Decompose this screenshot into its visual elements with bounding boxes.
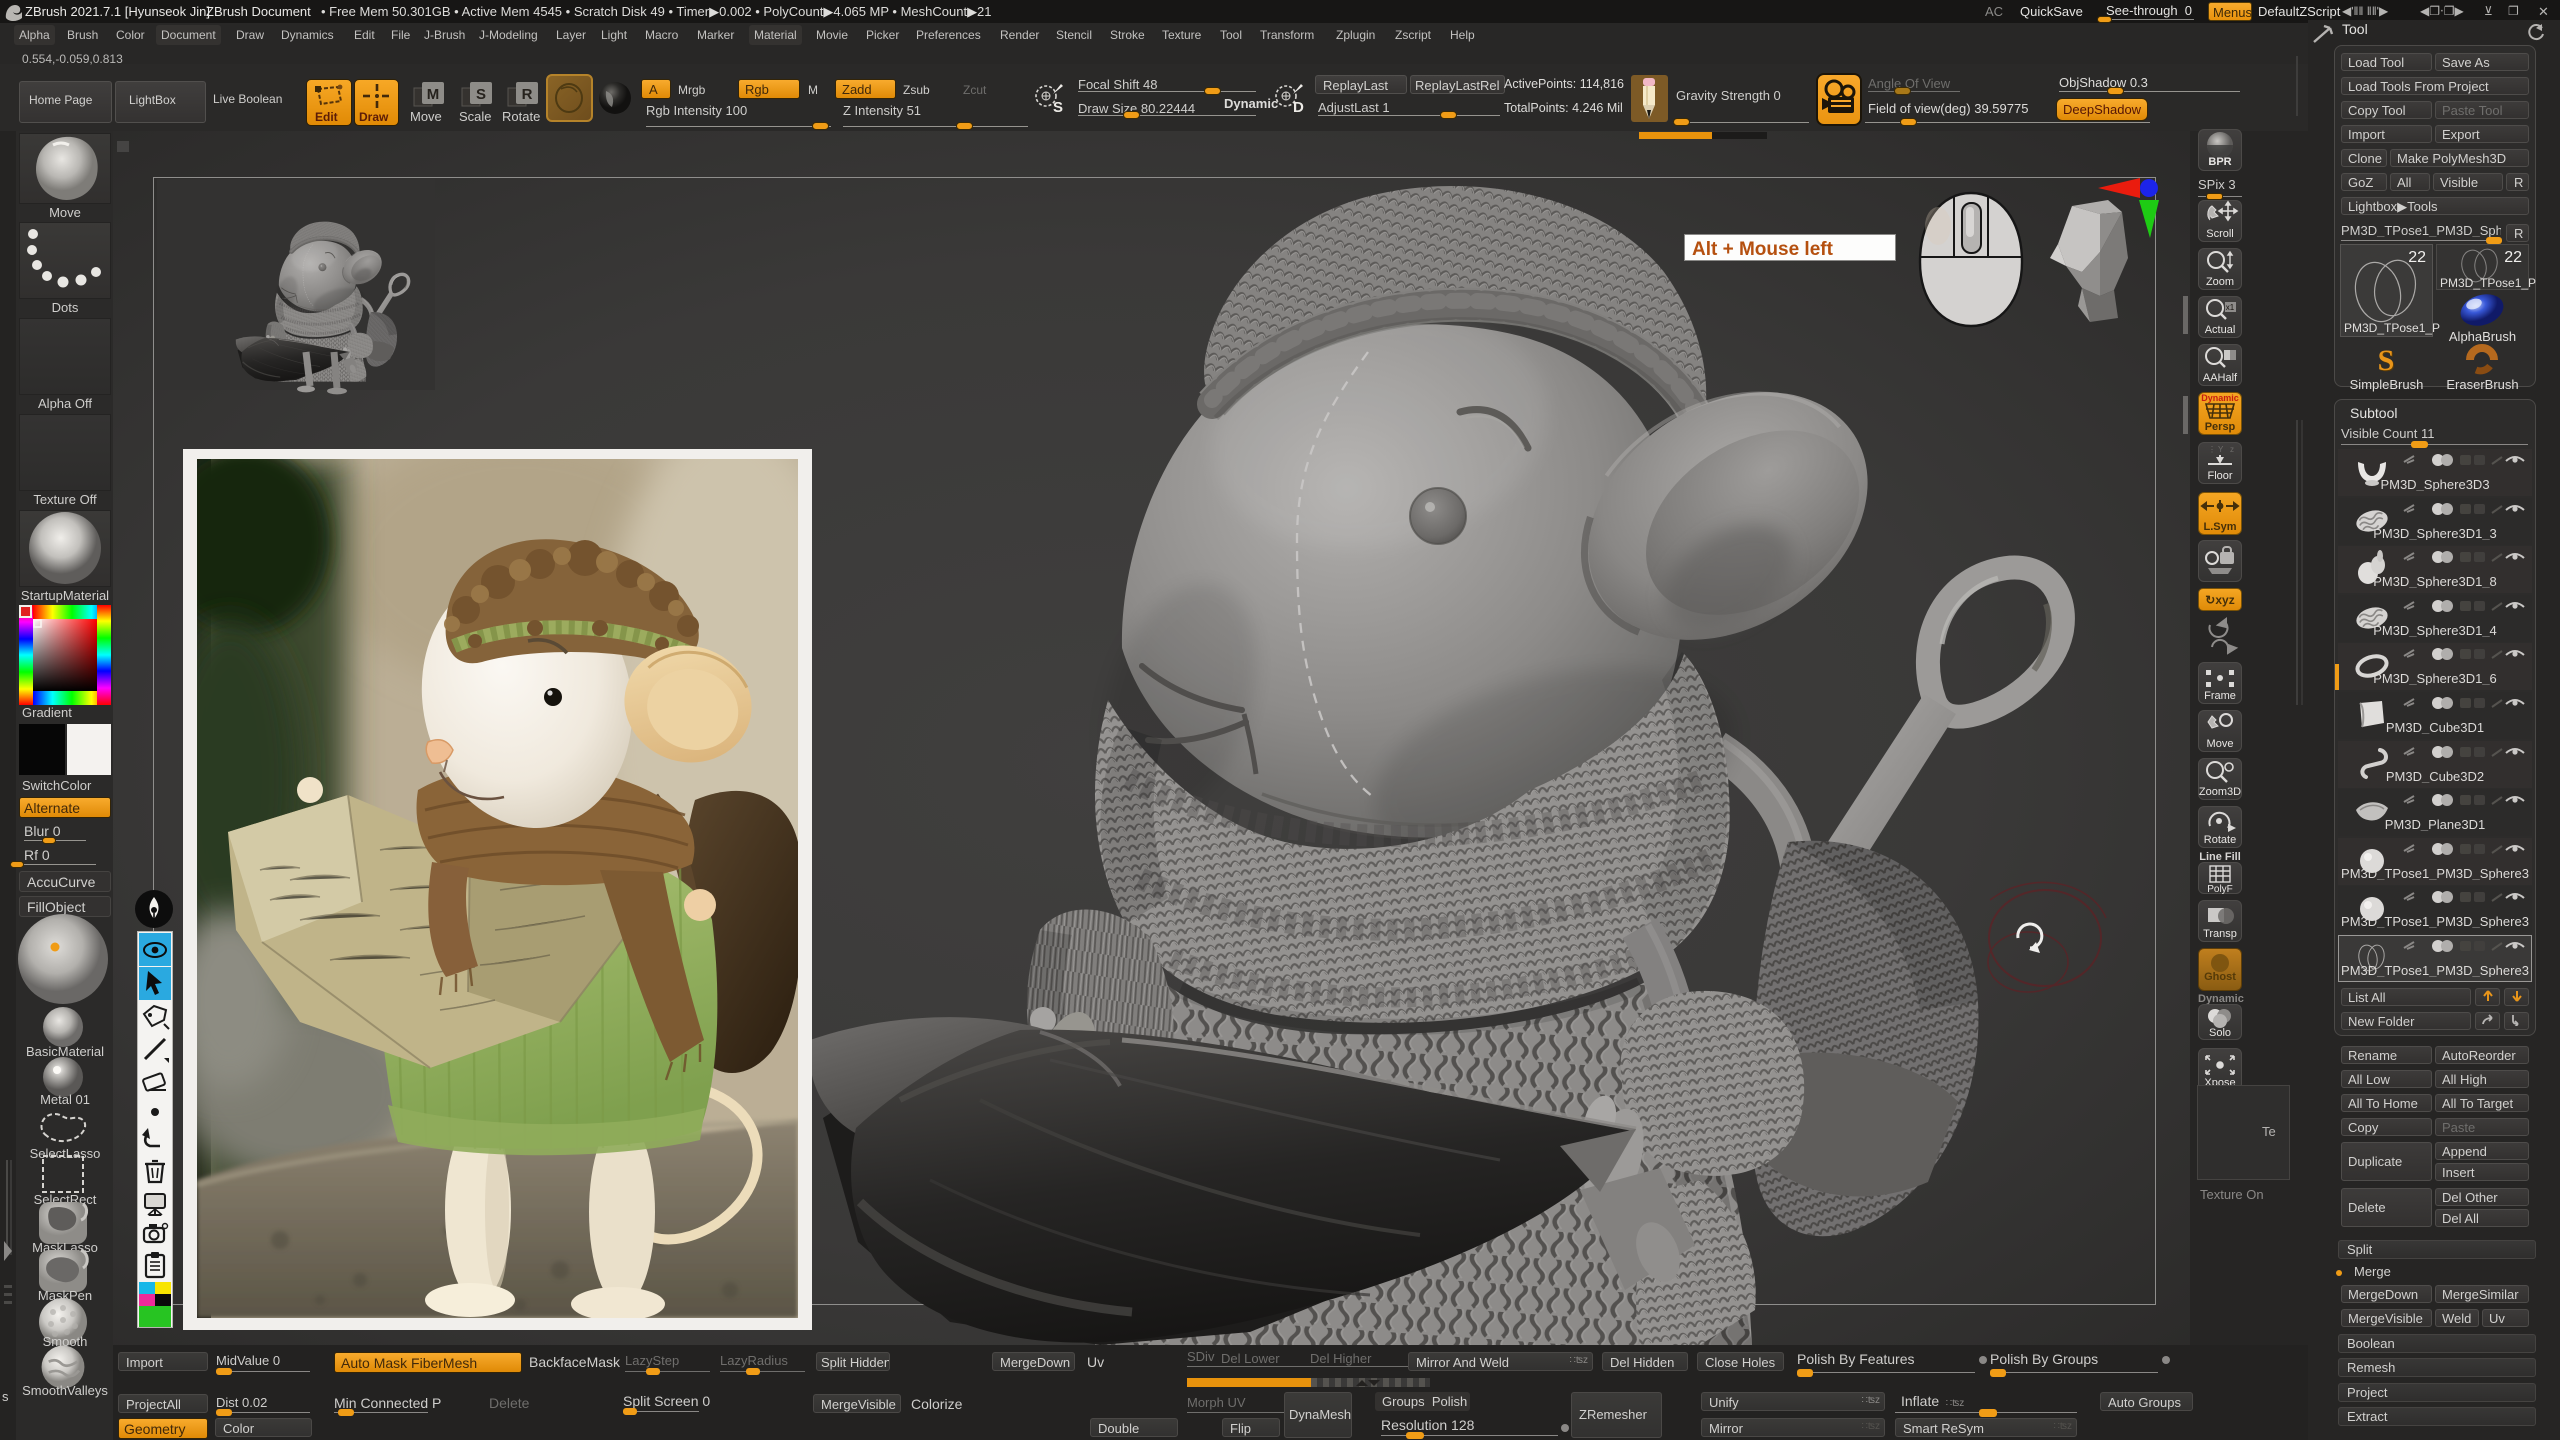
svg-text:AAHalf: AAHalf [2203,372,2238,384]
svg-text:22: 22 [2408,249,2426,266]
svg-text:Solo: Solo [2209,1027,2231,1039]
svg-text:Y: Y [2218,445,2224,454]
svg-text:Ghost: Ghost [2204,971,2236,983]
svg-text:L.Sym: L.Sym [2203,521,2236,533]
svg-text:Actual: Actual [2205,324,2236,336]
svg-text:↻xyz: ↻xyz [2205,593,2234,607]
svg-text:Zoom: Zoom [2206,276,2234,288]
svg-text:Frame: Frame [2204,690,2236,702]
svg-text:PolyF: PolyF [2207,884,2233,894]
svg-text:z: z [2230,445,2234,454]
svg-text:Transp: Transp [2203,928,2237,940]
svg-text:R: R [522,86,533,103]
svg-text:S: S [2378,344,2395,377]
svg-text:S: S [476,86,486,103]
svg-text:Rotate: Rotate [2204,834,2236,846]
svg-text:S: S [1053,99,1063,114]
svg-text:Dynamic: Dynamic [2201,393,2239,403]
svg-text:x1: x1 [2226,303,2235,312]
svg-text:22: 22 [2504,249,2522,266]
svg-text:Zoom3D: Zoom3D [2199,786,2241,798]
svg-text:Move: Move [2207,738,2234,750]
svg-text:BPR: BPR [2208,156,2231,168]
svg-text:M: M [427,86,440,103]
svg-text:Scroll: Scroll [2206,228,2234,240]
svg-text:Floor: Floor [2207,470,2232,482]
svg-text:Persp: Persp [2205,421,2236,433]
svg-text:D: D [1293,99,1304,114]
svg-text:⋮: ⋮ [2208,445,2216,454]
